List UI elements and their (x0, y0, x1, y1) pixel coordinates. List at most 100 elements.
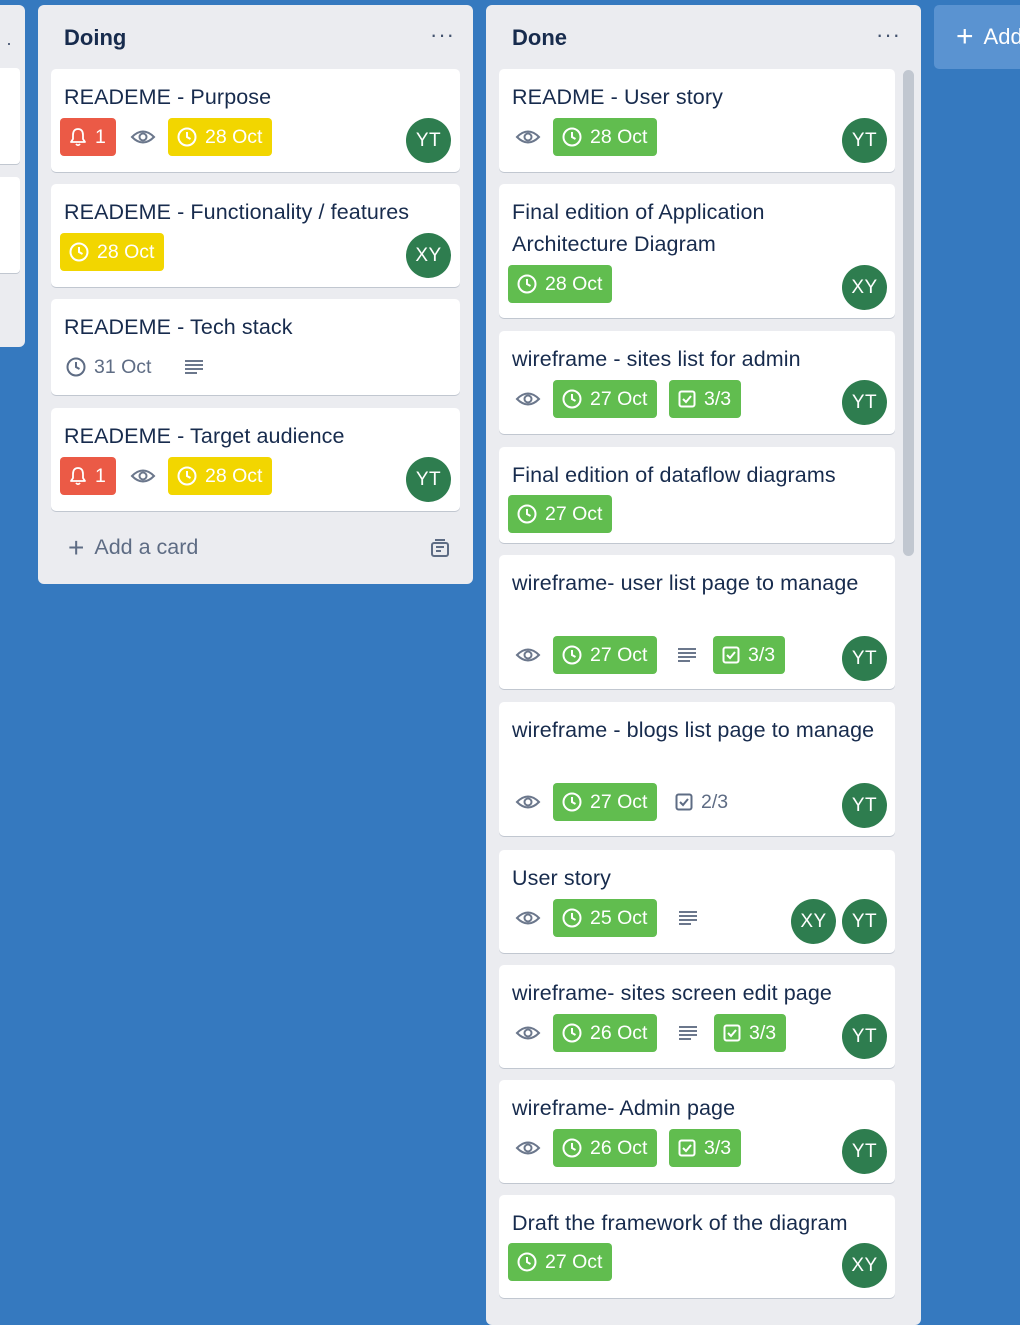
more-icon[interactable]: ··· (876, 24, 901, 46)
checklist-badge: 3/3 (669, 1129, 742, 1167)
card-title: Final edition of dataflow diagrams (512, 463, 836, 487)
card-title: READEME - Purpose (64, 85, 272, 109)
avatar[interactable]: XY (842, 1243, 887, 1288)
card[interactable]: wireframe- Admin page 26 Oct 3/3 YT (499, 1080, 895, 1183)
card[interactable]: READEME - Purpose 1 28 Oct YT (51, 69, 460, 172)
due-date-text: 28 Oct (205, 125, 263, 148)
due-date-badge[interactable]: 27 Oct (553, 783, 658, 821)
card[interactable]: wireframe- sites screen edit page 26 Oct… (499, 965, 895, 1068)
avatar[interactable]: YT (842, 899, 887, 944)
due-date-badge[interactable]: 28 Oct (60, 233, 165, 271)
due-date-badge[interactable]: 26 Oct (553, 1014, 658, 1052)
card[interactable]: README - User story 28 Oct YT (499, 69, 895, 172)
avatar[interactable]: YT (842, 636, 887, 681)
card[interactable]: Final edition of dataflow diagrams 27 Oc… (499, 447, 895, 543)
card[interactable]: READEME - Functionality / features 28 Oc… (51, 184, 460, 287)
clock-icon (517, 504, 537, 524)
card[interactable]: Final edition of Application Architectur… (499, 184, 895, 318)
list-title[interactable]: Done (512, 25, 567, 51)
avatar[interactable]: YT (842, 783, 887, 828)
card[interactable]: User story 25 Oct XY YT (499, 850, 895, 953)
due-date-badge[interactable]: 31 Oct (60, 348, 161, 386)
card-partial[interactable] (0, 177, 20, 273)
avatar[interactable]: XY (842, 265, 887, 310)
bell-icon (70, 467, 86, 486)
avatar[interactable]: YT (842, 118, 887, 163)
clock-icon (562, 389, 582, 409)
due-date-badge[interactable]: 26 Oct (553, 1129, 658, 1167)
due-date-badge[interactable]: 28 Oct (508, 265, 613, 303)
avatar[interactable]: XY (791, 899, 836, 944)
card-title: User story (512, 866, 611, 890)
eye-icon (515, 1141, 541, 1155)
card-title: READEME - Functionality / features (64, 200, 410, 224)
card[interactable]: READEME - Tech stack 31 Oct (51, 299, 460, 395)
card-title: wireframe- sites screen edit page (512, 981, 832, 1005)
due-date-badge[interactable]: 27 Oct (508, 1243, 613, 1281)
notification-count: 1 (95, 125, 106, 148)
card-title: wireframe - sites list for admin (512, 347, 801, 371)
avatar[interactable]: YT (406, 457, 451, 502)
due-date-badge[interactable]: 27 Oct (508, 495, 613, 533)
due-date-badge[interactable]: 28 Oct (168, 457, 273, 495)
eye-icon (515, 130, 541, 144)
due-date-badge[interactable]: 27 Oct (553, 636, 658, 674)
avatar[interactable]: YT (842, 1014, 887, 1059)
checklist-count: 3/3 (748, 643, 776, 666)
eye-icon (130, 130, 156, 144)
checklist-count: 3/3 (704, 1136, 732, 1159)
avatar[interactable]: YT (406, 118, 451, 163)
checklist-icon (675, 793, 693, 811)
clock-icon (517, 274, 537, 294)
plus-icon: + (68, 531, 85, 563)
clock-icon (562, 1023, 582, 1043)
list-menu-icon[interactable]: · (6, 33, 13, 54)
card-title: README - User story (512, 85, 723, 109)
due-date-text: 28 Oct (545, 272, 603, 295)
checklist-icon (678, 1139, 696, 1157)
bell-icon (70, 128, 86, 147)
card[interactable]: wireframe - blogs list page to manage 27… (499, 702, 895, 836)
card-title: Final edition of Application Architectur… (512, 200, 765, 256)
card-title: Draft the framework of the diagram (512, 1211, 848, 1235)
due-date-badge[interactable]: 25 Oct (553, 899, 658, 937)
due-date-text: 28 Oct (590, 125, 648, 148)
card[interactable]: wireframe- user list page to manage 27 O… (499, 555, 895, 689)
checklist-badge: 3/3 (713, 636, 786, 674)
avatar[interactable]: XY (406, 233, 451, 278)
card-title: wireframe- Admin page (512, 1096, 736, 1120)
card-title: wireframe - blogs list page to manage (512, 718, 875, 742)
due-date-badge[interactable]: 28 Oct (553, 118, 658, 156)
card-partial[interactable] (0, 68, 20, 164)
checklist-count: 3/3 (704, 387, 732, 410)
clock-icon (69, 242, 89, 262)
checklist-icon (678, 390, 696, 408)
card-title: wireframe- user list page to manage (512, 571, 859, 595)
card[interactable]: READEME - Target audience 1 28 Oct YT (51, 408, 460, 511)
due-date-text: 25 Oct (590, 906, 648, 929)
due-date-badge[interactable]: 28 Oct (168, 118, 273, 156)
due-date-badge[interactable]: 27 Oct (553, 380, 658, 418)
card[interactable]: Draft the framework of the diagram 27 Oc… (499, 1195, 895, 1298)
clock-icon (562, 792, 582, 812)
description-icon (185, 360, 203, 374)
due-date-text: 27 Oct (545, 1250, 603, 1273)
avatar[interactable]: YT (842, 1129, 887, 1174)
more-icon[interactable]: ··· (430, 24, 455, 46)
avatar[interactable]: YT (842, 380, 887, 425)
due-date-text: 27 Oct (590, 643, 648, 666)
due-date-text: 27 Oct (590, 790, 648, 813)
clock-icon (177, 466, 197, 486)
list-doing: Doing ··· READEME - Purpose 1 28 Oct YT … (38, 5, 473, 584)
due-date-text: 28 Oct (97, 240, 155, 263)
due-date-text: 26 Oct (590, 1021, 648, 1044)
card-template-icon[interactable] (429, 538, 451, 560)
card[interactable]: wireframe - sites list for admin 27 Oct … (499, 331, 895, 434)
list-title[interactable]: Doing (64, 25, 126, 51)
checklist-badge: 3/3 (669, 380, 742, 418)
add-card-button[interactable]: + Add a card (68, 531, 198, 563)
clock-icon (66, 357, 86, 377)
previous-list-partial[interactable]: · (0, 5, 25, 347)
list-scrollbar[interactable] (903, 70, 914, 556)
add-list-button[interactable]: + Add (934, 5, 1020, 69)
